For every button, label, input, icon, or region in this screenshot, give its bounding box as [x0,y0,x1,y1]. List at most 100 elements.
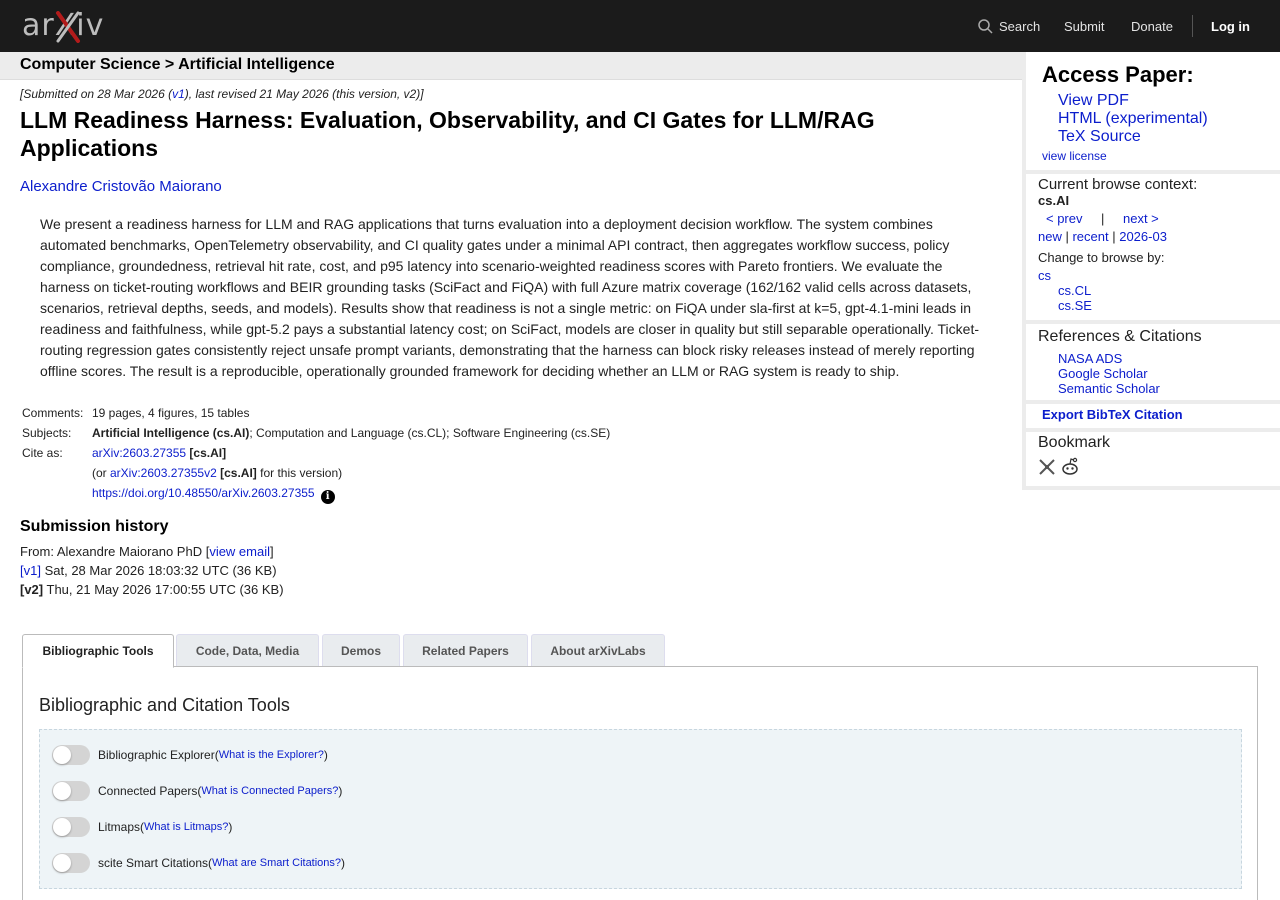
prev-next-separator: | [1101,211,1105,226]
history-from-close: ] [270,544,274,559]
browse-cs-cl-link[interactable]: cs.CL [1058,283,1091,298]
browse-separator: | [1108,229,1120,244]
cite-version-value: (or arXiv:2603.27355v2 [cs.AI] for this … [92,466,342,480]
browse-cs-se-link[interactable]: cs.SE [1058,298,1092,313]
v2-text: Thu, 21 May 2026 17:00:55 UTC (36 KB) [43,582,284,597]
next-link[interactable]: next > [1123,211,1159,226]
tab-demos[interactable]: Demos [322,634,400,666]
tab-about-arxivlabs[interactable]: About arXivLabs [531,634,665,666]
new-link[interactable]: new [1038,229,1062,244]
submit-link[interactable]: Submit [1064,0,1104,52]
semantic-scholar-link[interactable]: Semantic Scholar [1058,381,1160,396]
month-link[interactable]: 2026-03 [1119,229,1167,244]
view-pdf-link[interactable]: View PDF [1058,92,1129,110]
access-paper-box: Access Paper: View PDF HTML (experimenta… [1026,52,1280,170]
tool-scite: scite Smart Citations (What are Smart Ci… [52,852,345,874]
logo-x-mark-icon [56,11,80,43]
browse-links: new | recent | 2026-03 [1038,229,1167,244]
export-bibtex-link[interactable]: Export BibTeX Citation [1042,407,1183,422]
prev-link[interactable]: < prev [1046,211,1083,226]
history-v1: [v1] Sat, 28 Mar 2026 18:03:32 UTC (36 K… [20,563,277,578]
search-link[interactable]: Search [978,0,1040,52]
tool-label: Connected Papers [98,784,198,798]
access-paper-heading: Access Paper: [1042,62,1194,87]
author-link[interactable]: Alexandre Cristovão Maiorano [20,178,222,195]
donate-link[interactable]: Donate [1131,0,1173,52]
tab-panel: Bibliographic and Citation Tools Bibliog… [22,666,1258,900]
submission-dateline: [Submitted on 28 Mar 2026 (v1), last rev… [20,87,424,101]
browse-context-box: Current browse context: cs.AI < prev | n… [1026,174,1280,320]
recent-link[interactable]: recent [1072,229,1108,244]
cite-key: Cite as: [22,446,63,460]
bibtex-box: Export BibTeX Citation [1026,404,1280,428]
tool-paren-close: ) [323,748,328,762]
search-icon [978,18,993,34]
right-sidebar: Access Paper: View PDF HTML (experimenta… [1022,52,1280,490]
panel-heading: Bibliographic and Citation Tools [39,695,290,715]
abstract: We present a readiness harness for LLM a… [40,216,980,379]
other-subjects: ; Computation and Language (cs.CL); Soft… [249,426,611,440]
reddit-icon[interactable] [1060,457,1080,477]
history-v2: [v2] Thu, 21 May 2026 17:00:55 UTC (36 K… [20,582,284,597]
html-link[interactable]: HTML (experimental) [1058,110,1208,128]
doi-link[interactable]: https://doi.org/10.48550/arXiv.2603.2735… [92,486,315,500]
nav-divider [1192,15,1193,37]
cite-id-link[interactable]: arXiv:2603.27355 [92,446,186,460]
bibliographic-explorer-toggle[interactable] [52,745,90,765]
doi-value: https://doi.org/10.48550/arXiv.2603.2735… [92,486,335,504]
tab-code-data-media[interactable]: Code, Data, Media [176,634,319,666]
scite-toggle[interactable] [52,853,90,873]
what-are-smart-citations-link[interactable]: What are Smart Citations? [212,857,341,869]
search-label: Search [999,18,1041,34]
cite-v2-tail: for this version) [256,466,343,480]
info-icon[interactable]: i [320,490,335,504]
history-from: From: Alexandre Maiorano PhD [view email… [20,544,274,559]
comments-key: Comments: [22,406,84,420]
paper-title: LLM Readiness Harness: Evaluation, Obser… [20,107,875,161]
view-email-link[interactable]: view email [209,544,270,559]
nasa-ads-link[interactable]: NASA ADS [1058,351,1122,366]
tool-paren-close: ) [341,856,346,870]
primary-subject: Artificial Intelligence (cs.AI) [92,426,250,440]
subjects-value: Artificial Intelligence (cs.AI); Computa… [92,426,610,440]
bookmark-box: Bookmark [1026,432,1280,486]
view-license-link[interactable]: view license [1042,149,1107,163]
references-box: References & Citations NASA ADS Google S… [1026,324,1280,400]
tab-related-papers[interactable]: Related Papers [403,634,528,666]
browse-cs-link[interactable]: cs [1038,268,1051,283]
tool-label: Litmaps [98,820,141,834]
tool-paren-close: ) [338,784,343,798]
connected-papers-toggle[interactable] [52,781,90,801]
dateline-suffix: ), last revised 21 May 2026 (this versio… [184,87,424,101]
bibsonomy-icon[interactable] [1038,458,1056,476]
dateline-v1-link[interactable]: v1 [172,87,185,101]
tool-bibliographic-explorer: Bibliographic Explorer (What is the Expl… [52,744,328,766]
tool-label: scite Smart Citations [98,856,209,870]
arxiv-logo[interactable]: arXiv [22,8,114,44]
cite-v2-link[interactable]: arXiv:2603.27355v2 [110,466,217,480]
tab-bibliographic-tools[interactable]: Bibliographic Tools [22,634,174,668]
login-link[interactable]: Log in [1211,0,1250,52]
cite-category: [cs.AI] [189,446,227,460]
comments-value: 19 pages, 4 figures, 15 tables [92,406,250,420]
browse-separator: | [1061,229,1073,244]
browse-context-label: Current browse context: [1038,176,1198,193]
litmaps-toggle[interactable] [52,817,90,837]
v2-label: [v2] [20,582,44,597]
tool-paren-close: ) [228,820,233,834]
what-is-explorer-link[interactable]: What is the Explorer? [219,749,324,761]
subjects-key: Subjects: [22,426,72,440]
what-is-litmaps-link[interactable]: What is Litmaps? [144,821,228,833]
site-header: arXiv Search Submit Donate Log in [0,0,1280,52]
browse-context-value: cs.AI [1038,193,1070,208]
breadcrumb: Computer Science > Artificial Intelligen… [20,56,335,73]
tool-connected-papers: Connected Papers (What is Connected Pape… [52,780,342,802]
tex-source-link[interactable]: TeX Source [1058,128,1141,146]
breadcrumb-bar: Computer Science > Artificial Intelligen… [0,52,1022,80]
v1-link[interactable]: [v1] [20,563,41,578]
tool-label: Bibliographic Explorer [98,748,215,762]
change-browse-label: Change to browse by: [1038,250,1165,265]
tools-list: Bibliographic Explorer (What is the Expl… [39,729,1242,889]
what-is-connected-papers-link[interactable]: What is Connected Papers? [201,785,338,797]
google-scholar-link[interactable]: Google Scholar [1058,366,1148,381]
